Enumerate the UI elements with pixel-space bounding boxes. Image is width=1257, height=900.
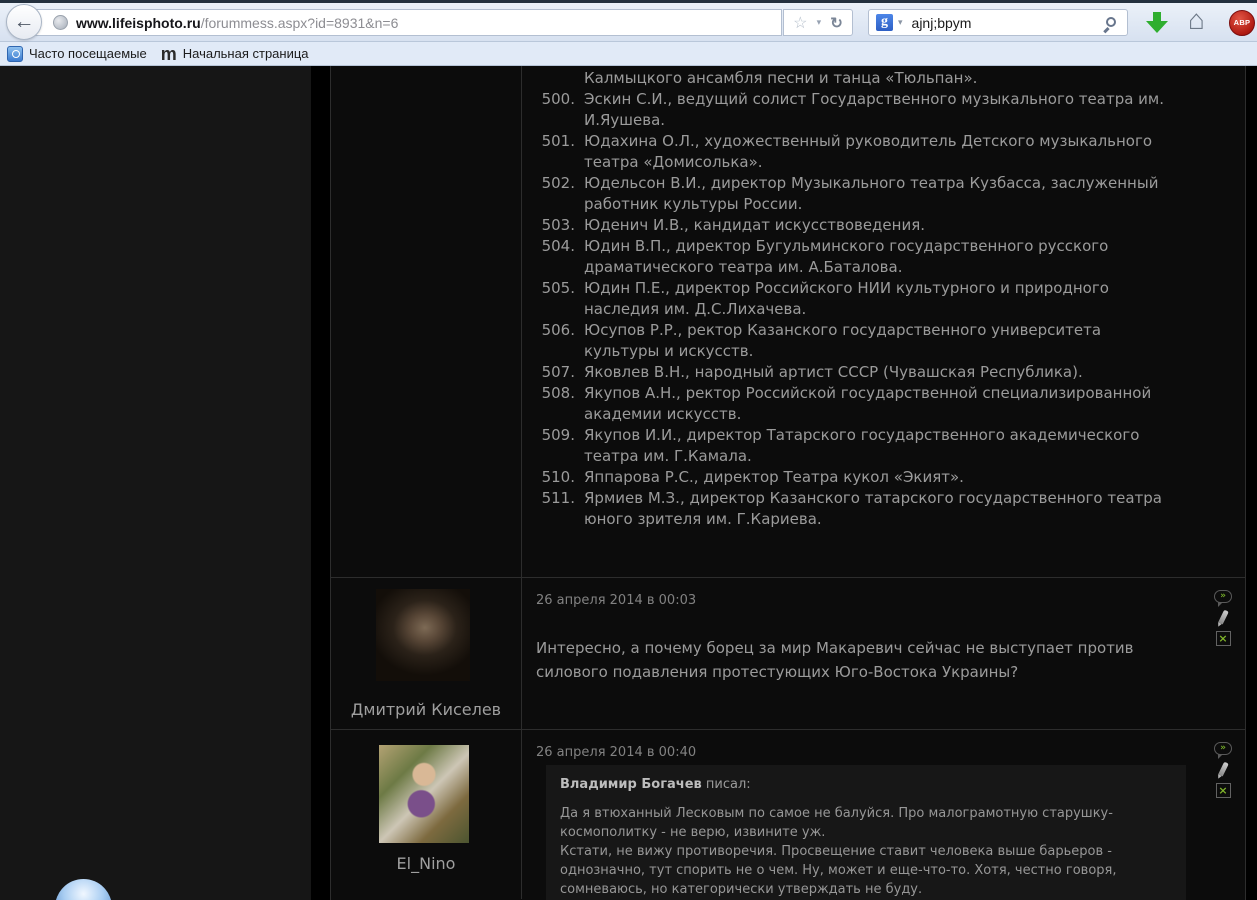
- post-actions: » ×: [1214, 742, 1232, 798]
- bookmark-dropdown-icon[interactable]: ▾: [817, 17, 822, 28]
- url-host: www.lifeisphoto.ru: [76, 15, 201, 31]
- frequent-sites-icon: [7, 46, 23, 62]
- list-item: 510. Яппарова Р.С., директор Театра куко…: [537, 467, 1245, 488]
- message-cell: 26 апреля 2014 в 00:03 Интересно, а поче…: [522, 578, 1245, 729]
- search-magnifier-icon[interactable]: [1106, 17, 1116, 27]
- delete-icon[interactable]: ×: [1216, 631, 1231, 646]
- back-button[interactable]: ←: [6, 4, 42, 40]
- webpage-viewport: Калмыцкого ансамбля песни и танца «Тюльп…: [0, 66, 1257, 900]
- author-cell-empty: [331, 66, 522, 577]
- bookmark-frequent-sites[interactable]: Часто посещаемые: [7, 46, 147, 62]
- home-icon[interactable]: ⌂: [1188, 4, 1205, 36]
- quote-author: Владимир Богачев: [560, 777, 702, 792]
- quote-suffix: писал:: [702, 777, 751, 792]
- post-date: 26 апреля 2014 в 00:03: [536, 593, 696, 608]
- quote-paragraph: Да я втюханный Лесковым по самое не балу…: [560, 804, 1162, 842]
- search-engine-dropdown-icon[interactable]: ▾: [898, 17, 903, 28]
- address-bar[interactable]: www.lifeisphoto.ru/forummess.aspx?id=893…: [26, 9, 782, 36]
- list-item: 502. Юдельсон В.И., директор Музыкальног…: [537, 173, 1245, 215]
- list-continuation-line: Калмыцкого ансамбля песни и танца «Тюльп…: [584, 68, 1169, 89]
- navigation-toolbar: ← www.lifeisphoto.ru/forummess.aspx?id=8…: [0, 3, 1257, 42]
- download-icon[interactable]: [1146, 12, 1168, 34]
- quote-header: Владимир Богачев писал:: [560, 777, 1172, 792]
- forum-post: Дмитрий Киселев 26 апреля 2014 в 00:03 И…: [331, 577, 1245, 729]
- list-item: 505. Юдин П.Е., директор Российского НИИ…: [537, 278, 1245, 320]
- url-action-group: ☆ ▾ ↻: [783, 9, 853, 36]
- list-item: 508. Якупов А.Н., ректор Российской госу…: [537, 383, 1245, 425]
- list-item: 503. Юденич И.В., кандидат искусствоведе…: [537, 215, 1245, 236]
- list-item: 504. Юдин В.П., директор Бугульминского …: [537, 236, 1245, 278]
- author-cell: Дмитрий Киселев: [331, 578, 522, 729]
- list-item: 507. Яковлев В.Н., народный артист СССР …: [537, 362, 1245, 383]
- post-actions: » ×: [1214, 590, 1232, 646]
- quote-block: Владимир Богачев писал: Да я втюханный Л…: [546, 765, 1186, 900]
- message-cell: Калмыцкого ансамбля песни и танца «Тюльп…: [522, 66, 1245, 577]
- adblock-icon[interactable]: ABP: [1229, 10, 1255, 36]
- post-text: Интересно, а почему борец за мир Макарев…: [536, 636, 1196, 684]
- bookmark-label: Начальная страница: [183, 46, 309, 61]
- edit-pencil-icon[interactable]: [1218, 762, 1229, 777]
- list-item: 506. Юсупов Р.Р., ректор Казанского госу…: [537, 320, 1245, 362]
- left-sidebar-panel: [0, 66, 311, 900]
- bookmark-star-icon[interactable]: ☆: [793, 13, 807, 33]
- bookmark-start-page[interactable]: m Начальная страница: [161, 46, 309, 61]
- forum-thread-table: Калмыцкого ансамбля песни и танца «Тюльп…: [330, 66, 1246, 900]
- author-cell: El_Nino: [331, 730, 522, 899]
- list-item: 501. Юдахина О.Л., художественный руково…: [537, 131, 1245, 173]
- author-name[interactable]: Дмитрий Киселев: [331, 700, 521, 719]
- forum-post-list: Калмыцкого ансамбля песни и танца «Тюльп…: [331, 66, 1245, 577]
- quote-reply-icon[interactable]: »: [1214, 742, 1232, 755]
- forum-post: El_Nino 26 апреля 2014 в 00:40 Владимир …: [331, 729, 1245, 899]
- search-engine-icon[interactable]: g: [876, 14, 893, 31]
- list-item: 511. Ярмиев М.З., директор Казанского та…: [537, 488, 1245, 530]
- edit-pencil-icon[interactable]: [1218, 610, 1229, 625]
- bookmark-label: Часто посещаемые: [29, 46, 147, 61]
- numbered-list: Калмыцкого ансамбля песни и танца «Тюльп…: [522, 66, 1245, 530]
- url-path: /forummess.aspx?id=8931&n=6: [201, 15, 399, 31]
- post-date: 26 апреля 2014 в 00:40: [536, 745, 696, 760]
- search-input[interactable]: [912, 15, 1082, 31]
- quote-paragraph: Кстати, не вижу противоречия. Просвещени…: [560, 842, 1162, 899]
- site-globe-icon: [53, 15, 68, 30]
- avatar[interactable]: [376, 589, 470, 681]
- url-text: www.lifeisphoto.ru/forummess.aspx?id=893…: [76, 15, 398, 31]
- m-logo-icon: m: [161, 47, 177, 61]
- search-bar[interactable]: g ▾: [868, 9, 1128, 36]
- avatar[interactable]: [379, 745, 469, 843]
- reload-icon[interactable]: ↻: [830, 14, 843, 32]
- list-item: 509. Якупов И.И., директор Татарского го…: [537, 425, 1245, 467]
- quote-reply-icon[interactable]: »: [1214, 590, 1232, 603]
- author-name[interactable]: El_Nino: [331, 854, 521, 873]
- message-cell: 26 апреля 2014 в 00:40 Владимир Богачев …: [522, 730, 1245, 899]
- delete-icon[interactable]: ×: [1216, 783, 1231, 798]
- bookmarks-bar: Часто посещаемые m Начальная страница: [0, 42, 1257, 66]
- list-item: 500. Эскин С.И., ведущий солист Государс…: [537, 89, 1245, 131]
- quote-text: Да я втюханный Лесковым по самое не балу…: [560, 804, 1162, 899]
